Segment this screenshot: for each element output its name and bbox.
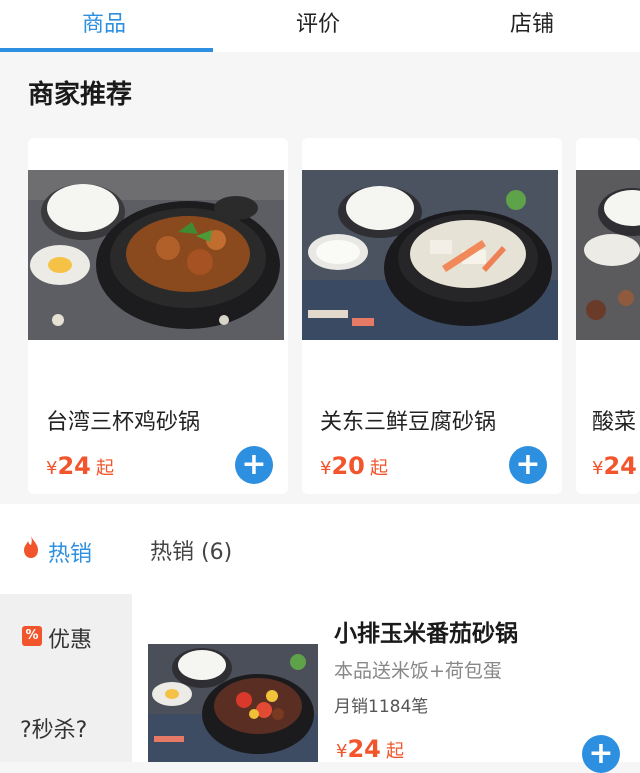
category-label-discount: 优惠 [48,628,93,653]
tab-reviews[interactable]: 评价 [296,6,340,38]
recommend-card[interactable]: 台湾三杯鸡砂锅 ¥24 起 + [28,138,288,494]
price-currency: ¥ [592,458,604,479]
price-value: 20 [331,452,365,480]
flame-icon [24,536,38,558]
product-price: ¥24 起 [336,735,404,763]
add-to-cart-button[interactable]: + [509,446,547,484]
tab-store[interactable]: 店铺 [510,6,554,38]
recommend-card[interactable]: 关东三鲜豆腐砂锅 ¥20 起 + [302,138,562,494]
list-section-header: 热销 (6) [150,540,233,565]
dish-name: 台湾三杯鸡砂锅 [46,410,201,435]
price-currency: ¥ [336,741,348,762]
price-currency: ¥ [46,458,58,479]
category-item-hot[interactable]: 热销 [0,504,132,594]
active-tab-indicator [0,48,213,52]
dish-name: 关东三鲜豆腐砂锅 [320,410,497,435]
product-name: 小排玉米番茄砂锅 [334,621,518,647]
price-value: 24 [347,735,381,763]
dish-name: 酸菜 [592,410,637,435]
recommend-card[interactable]: 酸菜 ¥24 [576,138,640,494]
category-sidebar: 热销 % 优惠 ?秒杀? [0,504,132,762]
add-to-cart-button[interactable]: + [235,446,273,484]
product-monthly-sales: 月销1184笔 [334,697,429,717]
tab-products[interactable]: 商品 [82,6,126,38]
price-suffix: 起 [369,458,388,479]
add-to-cart-button[interactable]: + [582,735,620,773]
dish-image [302,170,558,340]
dish-image [148,644,318,762]
section-title: 商家推荐 [28,80,133,110]
price-value: 24 [57,452,91,480]
price-currency: ¥ [320,458,332,479]
dish-image [576,170,640,340]
price-value: 24 [603,452,637,480]
dish-image [28,170,284,340]
price-suffix: 起 [385,741,404,762]
percent-icon: % [22,626,42,646]
category-item-flash-sale[interactable]: ?秒杀? [20,712,87,744]
tab-bar: 商品 评价 店铺 [0,0,640,52]
dish-price: ¥24 [592,452,637,480]
category-label-hot: 热销 [48,542,93,567]
dish-price: ¥24 起 [46,452,114,480]
dish-price: ¥20 起 [320,452,388,480]
price-suffix: 起 [95,458,114,479]
product-description: 本品送米饭+荷包蛋 [334,660,502,682]
